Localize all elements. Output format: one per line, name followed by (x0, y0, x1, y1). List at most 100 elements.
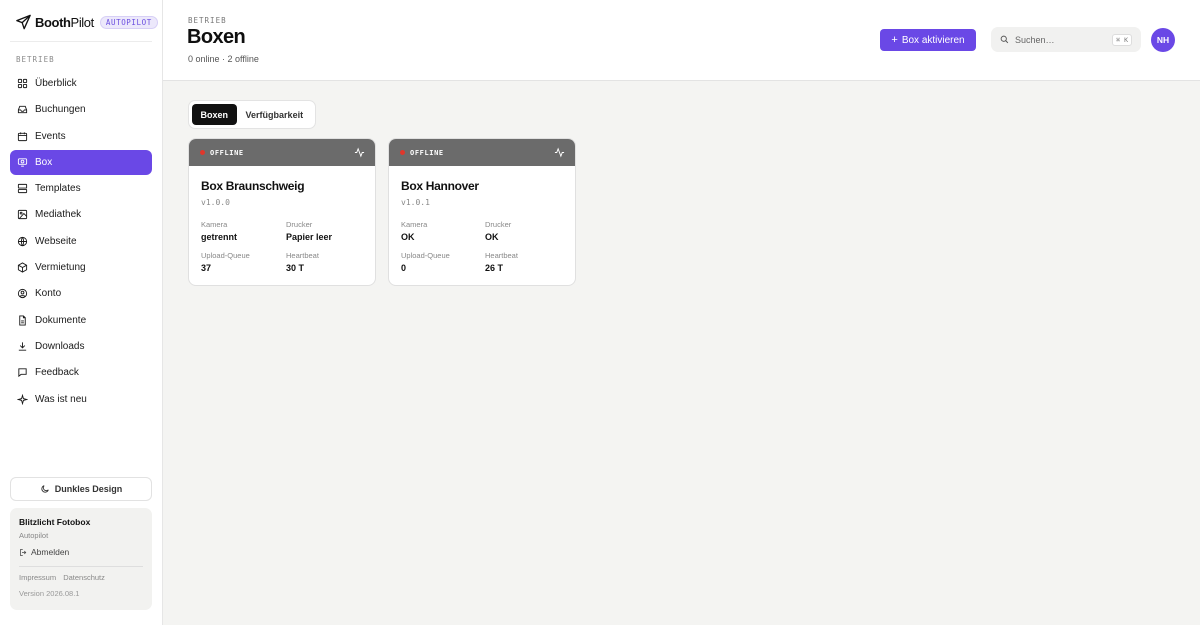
paper-plane-icon (16, 14, 31, 30)
box-device-icon (17, 158, 28, 167)
sidebar-item-label: Downloads (35, 340, 85, 352)
user-circle-icon (17, 289, 28, 299)
field-label: Heartbeat (485, 251, 518, 260)
box-status-bar: OFFLINE (189, 139, 375, 166)
sidebar-item-label: Buchungen (35, 104, 86, 116)
sidebar-item-label: Templates (35, 183, 81, 195)
sidebar-item-templates[interactable]: Templates (10, 176, 152, 201)
offline-dot-icon (400, 150, 405, 155)
sidebar-item-buchungen[interactable]: Buchungen (10, 97, 152, 122)
box-card[interactable]: OFFLINE Box Braunschweig v1.0.0 Kamera g… (188, 138, 376, 286)
logout-icon (20, 548, 27, 556)
sidebar-item-label: Events (35, 130, 66, 142)
sidebar-item-label: Dokumente (35, 314, 87, 326)
inbox-icon (17, 106, 28, 114)
sidebar-item-vermietung[interactable]: Vermietung (10, 255, 152, 280)
activity-icon[interactable] (354, 147, 365, 158)
activity-icon[interactable] (554, 147, 565, 158)
footer-links: Impressum Datenschutz (19, 573, 143, 582)
sidebar-item-label: Box (35, 156, 53, 168)
grid-icon (17, 78, 28, 89)
moon-icon (41, 485, 49, 493)
search-placeholder: Suchen… (1015, 34, 1055, 45)
status-summary: 0 online · 2 offline (188, 54, 259, 64)
layers-icon (17, 184, 28, 194)
sidebar-item-feedback[interactable]: Feedback (10, 360, 152, 385)
sidebar-item-label: Überblick (35, 78, 77, 89)
heartbeat-value: 30 T (286, 263, 305, 273)
breadcrumb: BETRIEB (188, 16, 227, 25)
divider (10, 41, 152, 42)
camera-value: OK (401, 232, 415, 242)
brand-logo[interactable]: BoothPilot AUTOPILOT (15, 14, 158, 30)
field-label: Heartbeat (286, 251, 319, 260)
sidebar-item-dokumente[interactable]: Dokumente (10, 308, 152, 333)
logout-label: Abmelden (31, 547, 70, 557)
sidebar-item-label: Konto (35, 288, 62, 300)
sidebar-nav: Überblick Buchungen Events Box Templates… (10, 71, 152, 413)
sidebar-section-label: BETRIEB (16, 55, 55, 64)
sidebar-item-mediathek[interactable]: Mediathek (10, 202, 152, 227)
impressum-link[interactable]: Impressum (19, 573, 56, 582)
sidebar-item-label: Mediathek (35, 209, 82, 221)
offline-dot-icon (200, 150, 205, 155)
message-icon (18, 368, 27, 378)
search-icon (1000, 35, 1009, 44)
field-label: Upload-Queue (401, 251, 450, 260)
logout-button[interactable]: Abmelden (19, 547, 143, 557)
search-input[interactable]: Suchen… ⌘ K (991, 27, 1141, 52)
sidebar: BoothPilot AUTOPILOT BETRIEB Überblick B… (0, 0, 163, 625)
view-tabs: Boxen Verfügbarkeit (188, 100, 316, 129)
box-card[interactable]: OFFLINE Box Hannover v1.0.1 Kamera OK Dr… (388, 138, 576, 286)
sidebar-item-label: Webseite (35, 235, 77, 247)
sidebar-item-webseite[interactable]: Webseite (10, 229, 152, 254)
plus-icon: + (891, 34, 898, 46)
divider (19, 566, 143, 567)
sidebar-item-was-ist-neu[interactable]: Was ist neu (10, 387, 152, 412)
avatar[interactable]: NH (1151, 28, 1175, 52)
image-icon (17, 210, 28, 220)
dark-mode-label: Dunkles Design (54, 484, 123, 494)
status-badge: OFFLINE (410, 148, 444, 157)
upload-queue-value: 37 (201, 263, 212, 273)
box-version: v1.0.0 (201, 198, 230, 207)
field-label: Kamera (201, 220, 228, 229)
sidebar-item-box[interactable]: Box (10, 149, 152, 175)
sidebar-item-downloads[interactable]: Downloads (10, 334, 152, 359)
account-panel: Blitzlicht Fotobox Autopilot Abmelden Im… (10, 508, 152, 610)
package-icon (17, 262, 28, 273)
sidebar-item-ueberblick[interactable]: Überblick (10, 71, 152, 96)
camera-value: getrennt (201, 232, 237, 242)
plan-name: Autopilot (19, 531, 49, 540)
activate-box-label: Box aktivieren (901, 34, 965, 46)
printer-value: OK (485, 232, 499, 242)
plan-badge: AUTOPILOT (99, 15, 158, 29)
dark-mode-button[interactable]: Dunkles Design (10, 477, 152, 501)
field-label: Drucker (286, 220, 313, 229)
page-header: BETRIEB Boxen 0 online · 2 offline + Box… (163, 0, 1200, 81)
version-label: Version 2026.08.1 (19, 589, 80, 598)
datenschutz-link[interactable]: Datenschutz (63, 573, 105, 582)
tab-boxen[interactable]: Boxen (192, 104, 237, 125)
globe-icon (17, 236, 28, 247)
calendar-icon (17, 131, 28, 141)
status-badge: OFFLINE (210, 148, 244, 157)
page-title: Boxen (187, 26, 246, 48)
sidebar-item-events[interactable]: Events (10, 124, 152, 149)
sidebar-item-label: Feedback (35, 367, 79, 379)
sidebar-item-konto[interactable]: Konto (10, 281, 152, 306)
box-status-bar: OFFLINE (389, 139, 575, 166)
box-name: Box Braunschweig (201, 179, 305, 193)
sidebar-item-label: Was ist neu (35, 393, 87, 405)
activate-box-button[interactable]: + Box aktivieren (880, 29, 976, 51)
field-label: Drucker (485, 220, 512, 229)
brand-name: BoothPilot (35, 14, 94, 30)
sparkle-icon (17, 393, 28, 405)
box-name: Box Hannover (401, 179, 479, 193)
sidebar-item-label: Vermietung (35, 262, 86, 274)
field-label: Kamera (401, 220, 428, 229)
printer-value: Papier leer (286, 232, 333, 242)
upload-queue-value: 0 (401, 263, 407, 273)
tab-verfuegbarkeit[interactable]: Verfügbarkeit (237, 104, 312, 125)
heartbeat-value: 26 T (485, 263, 504, 273)
